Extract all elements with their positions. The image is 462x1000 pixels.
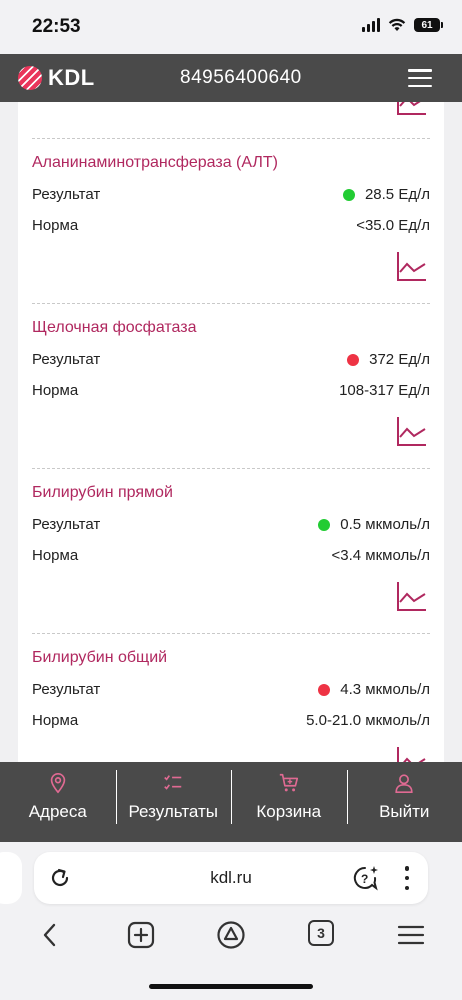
status-dot-abnormal	[347, 353, 360, 366]
nav-label: Корзина	[256, 802, 322, 821]
logo[interactable]: KDL	[18, 65, 95, 91]
analyte-name: Щелочная фосфатаза	[32, 319, 197, 336]
analyte-name: Билирубин общий	[32, 649, 168, 666]
status-dot-normal	[342, 188, 355, 201]
trend-chart-icon[interactable]	[396, 250, 428, 282]
norm-label: Норма	[32, 712, 79, 729]
header-phone-link[interactable]: 84956400640	[180, 67, 302, 89]
home-indicator	[149, 984, 313, 989]
result-value-text: 372 Ед/л	[369, 351, 430, 368]
logo-mark-icon	[18, 66, 42, 90]
browser-chrome: kdl.ru ? 3	[0, 842, 462, 1000]
analyte-name: Аланинаминотрансфераза (АЛТ)	[32, 154, 279, 171]
norm-row: Норма 108-317 Ед/л	[32, 382, 430, 402]
analyte-item: Билирубин прямой Результат 0.5 мкмоль/л …	[18, 468, 444, 628]
results-content: Аланинаминотрансфераза (АЛТ) Результат 2…	[0, 102, 462, 762]
previous-tab-preview[interactable]	[0, 852, 22, 904]
nav-label: Результаты	[128, 802, 219, 821]
trend-chart-icon[interactable]	[396, 102, 428, 116]
new-tab-icon[interactable]	[126, 920, 156, 950]
trend-chart-icon[interactable]	[396, 745, 428, 762]
result-value-text: 4.3 мкмоль/л	[340, 681, 430, 698]
result-label: Результат	[32, 186, 101, 203]
norm-value: 5.0-21.0 мкмоль/л	[306, 712, 430, 729]
norm-row: Норма <3.4 мкмоль/л	[32, 547, 430, 567]
location-pin-icon	[50, 773, 65, 794]
norm-label: Норма	[32, 547, 79, 564]
analyte-name: Билирубин прямой	[32, 484, 173, 501]
analyte-item: Щелочная фосфатаза Результат 372 Ед/л Но…	[18, 303, 444, 463]
status-dot-abnormal	[318, 683, 331, 696]
norm-label: Норма	[32, 217, 79, 234]
browser-toolbar: 3	[0, 920, 462, 960]
menu-icon[interactable]	[408, 69, 432, 87]
logo-text: KDL	[48, 65, 95, 90]
results-card: Аланинаминотрансфераза (АЛТ) Результат 2…	[18, 102, 444, 762]
back-icon[interactable]	[36, 920, 66, 950]
nav-results[interactable]: Результаты	[115, 762, 232, 842]
norm-value: <3.4 мкмоль/л	[331, 547, 430, 564]
nav-addresses[interactable]: Адреса	[0, 762, 116, 842]
checklist-icon	[164, 775, 182, 790]
tabs-count-button[interactable]: 3	[308, 920, 334, 946]
norm-value: 108-317 Ед/л	[339, 382, 430, 399]
result-label: Результат	[32, 351, 101, 368]
result-label: Результат	[32, 516, 101, 533]
user-icon	[395, 774, 413, 793]
assistant-home-icon[interactable]	[216, 920, 246, 950]
trend-chart-icon[interactable]	[396, 580, 428, 612]
status-dot-normal	[318, 518, 331, 531]
nav-label: Адреса	[28, 802, 87, 821]
app-header: KDL 84956400640	[0, 54, 462, 102]
result-value: 4.3 мкмоль/л	[318, 681, 430, 698]
bottom-nav: Адреса Результаты Корзина Выйти	[0, 762, 462, 842]
result-value: 372 Ед/л	[347, 351, 430, 368]
result-row: Результат 0.5 мкмоль/л	[32, 516, 430, 536]
result-value: 0.5 мкмоль/л	[318, 516, 430, 533]
battery-icon: 61	[414, 18, 443, 32]
norm-value: <35.0 Ед/л	[356, 217, 430, 234]
cart-icon	[279, 773, 298, 792]
svg-text:?: ?	[361, 872, 368, 886]
status-bar: 22:53 61	[0, 0, 462, 54]
nav-cart[interactable]: Корзина	[231, 762, 347, 842]
analyte-item: Билирубин общий Результат 4.3 мкмоль/л Н…	[18, 633, 444, 762]
result-value: 28.5 Ед/л	[342, 186, 430, 203]
result-value-text: 0.5 мкмоль/л	[340, 516, 430, 533]
norm-label: Норма	[32, 382, 79, 399]
address-bar[interactable]: kdl.ru ?	[34, 852, 428, 904]
analyte-item: Аланинаминотрансфераза (АЛТ) Результат 2…	[18, 138, 444, 298]
result-row: Результат 4.3 мкмоль/л	[32, 681, 430, 701]
norm-row: Норма <35.0 Ед/л	[32, 217, 430, 237]
more-options-icon[interactable]	[404, 866, 410, 890]
trend-chart-icon[interactable]	[396, 415, 428, 447]
nav-label: Выйти	[379, 802, 430, 821]
browser-menu-icon[interactable]	[396, 920, 426, 950]
result-row: Результат 28.5 Ед/л	[32, 186, 430, 206]
status-icons: 61	[362, 18, 443, 32]
norm-row: Норма 5.0-21.0 мкмоль/л	[32, 712, 430, 732]
result-label: Результат	[32, 681, 101, 698]
cellular-signal-icon	[362, 18, 380, 32]
result-row: Результат 372 Ед/л	[32, 351, 430, 371]
ai-assistant-icon[interactable]: ?	[352, 864, 380, 892]
wifi-icon	[388, 18, 406, 31]
status-time: 22:53	[32, 16, 81, 37]
nav-logout[interactable]: Выйти	[346, 762, 462, 842]
result-value-text: 28.5 Ед/л	[364, 186, 430, 203]
